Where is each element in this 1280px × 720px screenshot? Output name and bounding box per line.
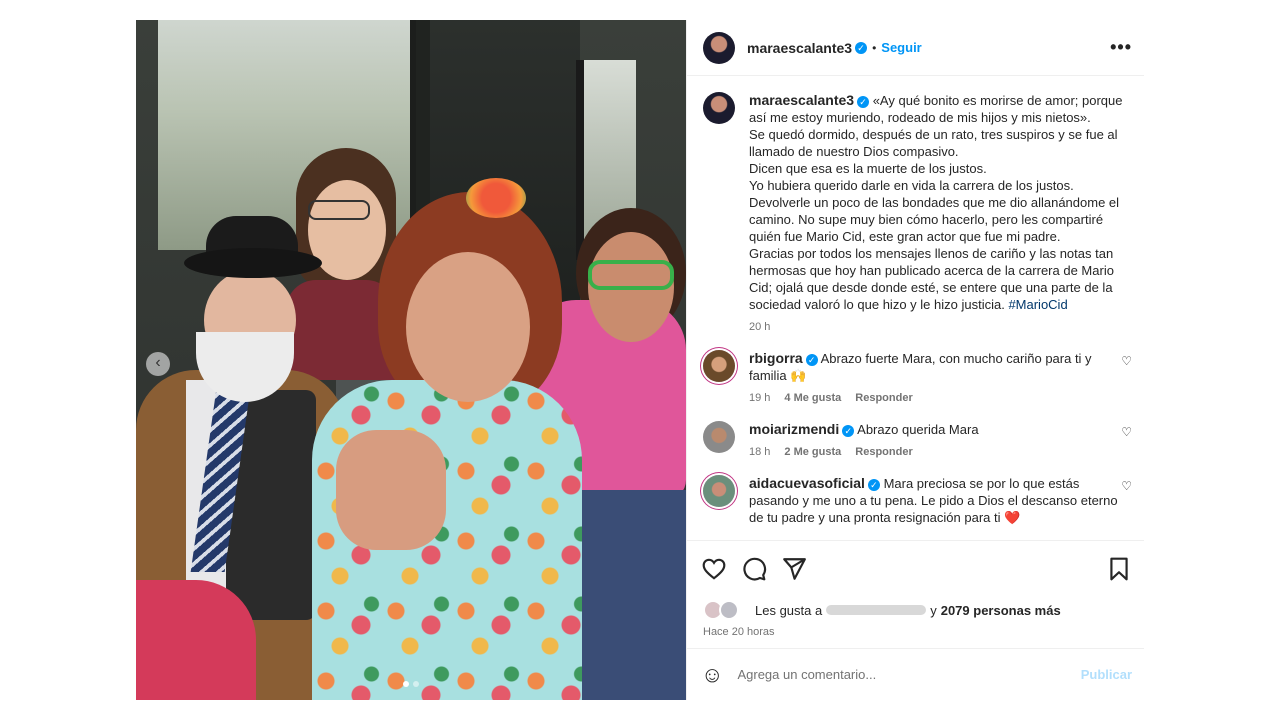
- hashtag-link[interactable]: #MarioCid: [1008, 297, 1067, 312]
- instagram-post: ‹ maraescalante3 ✓ • Seguir ••• maraesca…: [136, 20, 1144, 700]
- verified-icon: ✓: [857, 95, 870, 108]
- post-time: Hace 20 horas: [703, 626, 775, 638]
- carousel-dot: [403, 681, 409, 687]
- held-hands: [336, 430, 446, 550]
- caption-line: Yo hubiera querido darle en vida la carr…: [749, 178, 1074, 193]
- commenter-username[interactable]: aidacuevasoficial: [749, 475, 865, 491]
- verified-icon: ✓: [842, 424, 855, 437]
- commenter-avatar[interactable]: [703, 421, 735, 453]
- comment-input[interactable]: Agrega un comentario...: [737, 667, 1080, 682]
- reply-button[interactable]: Responder: [855, 444, 912, 461]
- author-avatar[interactable]: [703, 31, 735, 64]
- comment-text: Abrazo querida Mara: [857, 422, 979, 437]
- young-man-glasses: [308, 200, 370, 220]
- follow-button[interactable]: Seguir: [881, 40, 921, 55]
- share-paper-plane-icon[interactable]: [781, 556, 807, 582]
- blurred-username: [826, 605, 927, 615]
- more-options-icon[interactable]: •••: [1110, 37, 1132, 58]
- caption-time: 20 h: [749, 321, 771, 333]
- commenter-avatar[interactable]: [703, 350, 735, 382]
- commenter-avatar[interactable]: [703, 475, 735, 507]
- post-side-panel: maraescalante3 ✓ • Seguir ••• maraescala…: [686, 20, 1144, 700]
- reply-button[interactable]: Responder: [855, 390, 912, 407]
- comment-heart-icon[interactable]: ♡: [1118, 475, 1132, 526]
- hair-flower: [466, 178, 526, 218]
- comment-likes[interactable]: 4 Me gusta: [784, 390, 841, 407]
- author-avatar[interactable]: [703, 92, 735, 124]
- comment-composer: ☺ Agrega un comentario... Publicar: [687, 648, 1144, 700]
- post-header: maraescalante3 ✓ • Seguir •••: [687, 20, 1144, 76]
- emoji-icon[interactable]: ☺: [701, 663, 723, 686]
- likes-count[interactable]: 2079 personas más: [941, 603, 1061, 618]
- comment-likes[interactable]: 2 Me gusta: [784, 444, 841, 461]
- comment-heart-icon[interactable]: ♡: [1118, 421, 1132, 461]
- comment-heart-icon[interactable]: ♡: [1118, 350, 1132, 407]
- likes-summary: Les gusta a y 2079 personas más: [687, 596, 1144, 624]
- header-separator: •: [872, 40, 877, 55]
- carousel-dots: [136, 674, 686, 692]
- woman-center-face: [406, 252, 530, 402]
- commenter-username[interactable]: rbigorra: [749, 350, 803, 366]
- likes-prefix: Les gusta a: [755, 602, 823, 618]
- like-heart-icon[interactable]: [701, 556, 727, 582]
- liker-avatar: [719, 600, 739, 620]
- verified-icon: ✓: [867, 478, 880, 491]
- comment: aidacuevasoficial ✓ Mara preciosa se por …: [703, 475, 1132, 526]
- comment: rbigorra ✓ Abrazo fuerte Mara, con mucho …: [703, 350, 1132, 407]
- caption-line: Se quedó dormido, después de un rato, tr…: [749, 127, 1118, 159]
- commenter-username[interactable]: moiarizmendi: [749, 421, 839, 437]
- likes-suffix: y: [930, 602, 937, 618]
- author-username[interactable]: maraescalante3: [747, 40, 852, 56]
- caption-username[interactable]: maraescalante3: [749, 92, 854, 108]
- green-glasses: [588, 260, 674, 290]
- publish-button[interactable]: Publicar: [1081, 667, 1132, 682]
- carousel-dot: [413, 681, 419, 687]
- post-photo[interactable]: ‹: [136, 20, 686, 700]
- comment: moiarizmendi ✓ Abrazo querida Mara 18 h 2…: [703, 421, 1132, 461]
- verified-icon: ✓: [805, 353, 818, 366]
- comment-time: 19 h: [749, 392, 771, 404]
- comment-bubble-icon[interactable]: [741, 556, 767, 582]
- comment-time: 18 h: [749, 446, 771, 458]
- action-bar: [687, 540, 1144, 596]
- verified-icon: ✓: [855, 41, 868, 54]
- caption: maraescalante3 ✓ «Ay qué bonito es morirs…: [703, 92, 1132, 336]
- carousel-prev-icon[interactable]: ‹: [146, 352, 170, 376]
- caption-line: Dicen que esa es la muerte de los justos…: [749, 161, 987, 176]
- bowler-hat-brim: [184, 248, 322, 278]
- caption-line: Devolverle un poco de las bondades que m…: [749, 195, 1120, 244]
- liker-avatars: [703, 600, 747, 620]
- comments-scroll[interactable]: maraescalante3 ✓ «Ay qué bonito es morirs…: [687, 76, 1144, 540]
- save-bookmark-icon[interactable]: [1106, 556, 1132, 582]
